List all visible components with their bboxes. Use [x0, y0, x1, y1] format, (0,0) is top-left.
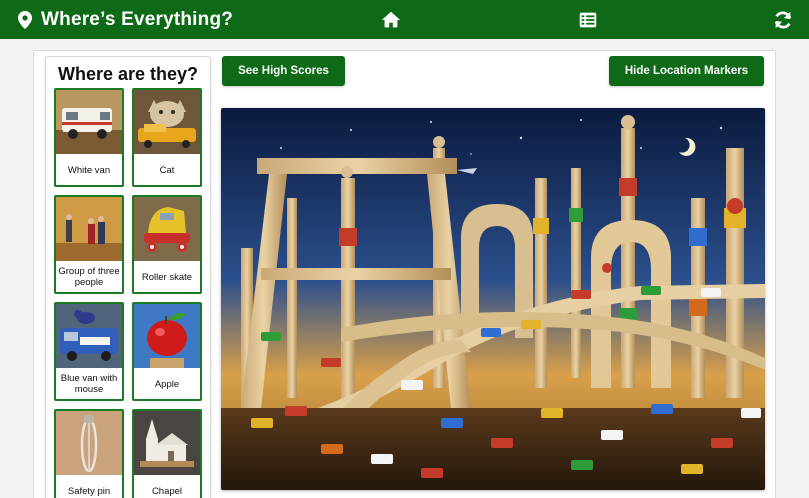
refresh-icon[interactable]: [772, 9, 794, 31]
home-icon[interactable]: [380, 9, 402, 31]
target-card-white-van[interactable]: White van: [54, 88, 124, 187]
top-app-bar: Where’s Everything?: [0, 0, 809, 39]
search-scene-image[interactable]: [221, 108, 765, 490]
white-van-label: White van: [67, 164, 111, 176]
map-pin-icon: [18, 10, 32, 29]
list-icon[interactable]: [577, 9, 599, 31]
app-title: Where’s Everything?: [41, 8, 234, 30]
chapel-label: Chapel: [151, 485, 183, 497]
safety-pin-label: Safety pin: [67, 485, 111, 497]
chapel-thumbnail: [134, 411, 200, 475]
hide-location-markers-button[interactable]: Hide Location Markers: [609, 56, 764, 86]
target-card-chapel[interactable]: Chapel: [132, 409, 202, 498]
blue-van-with-mouse-label: Blue van with mouse: [60, 373, 118, 395]
see-high-scores-button[interactable]: See High Scores: [222, 56, 345, 86]
group-of-three-people-label: Group of three people: [58, 266, 120, 288]
roller-skate-label: Roller skate: [141, 271, 193, 283]
target-card-safety-pin[interactable]: Safety pin: [54, 409, 124, 498]
target-card-blue-van-with-mouse[interactable]: Blue van with mouse: [54, 302, 124, 401]
white-van-thumbnail: [56, 90, 122, 154]
safety-pin-thumbnail: [56, 411, 122, 475]
apple-thumbnail: [134, 304, 200, 368]
target-sidebar: Where are they? White van Cat Group of t…: [45, 56, 211, 498]
cat-label: Cat: [159, 164, 175, 176]
blue-van-with-mouse-thumbnail: [56, 304, 122, 368]
target-card-cat[interactable]: Cat: [132, 88, 202, 187]
app-brand[interactable]: Where’s Everything?: [18, 0, 233, 39]
roller-skate-thumbnail: [134, 197, 200, 261]
target-card-roller-skate[interactable]: Roller skate: [132, 195, 202, 294]
group-of-three-people-thumbnail: [56, 197, 122, 261]
target-card-group-of-three-people[interactable]: Group of three people: [54, 195, 124, 294]
sidebar-title: Where are they?: [57, 64, 199, 84]
apple-label: Apple: [154, 378, 180, 390]
target-card-apple[interactable]: Apple: [132, 302, 202, 401]
cat-thumbnail: [134, 90, 200, 154]
